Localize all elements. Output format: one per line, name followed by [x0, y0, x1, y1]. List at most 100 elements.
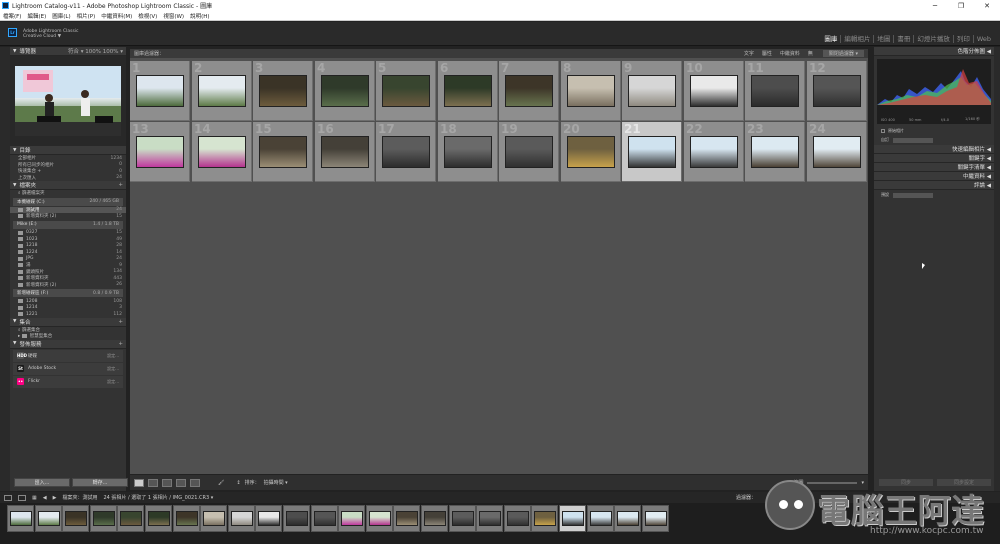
publish-service-item[interactable]: •• Flickr 設定... — [13, 375, 123, 388]
filmstrip-thumbnail[interactable] — [314, 511, 336, 526]
photo-thumbnail[interactable] — [567, 136, 615, 168]
module-3[interactable]: 書冊 — [893, 35, 913, 43]
filmstrip-thumbnail[interactable] — [38, 511, 60, 526]
filmstrip-cell[interactable] — [642, 505, 669, 532]
photo-grid-cell[interactable]: 12 — [807, 61, 867, 121]
filmstrip-cell[interactable] — [421, 505, 448, 532]
secondary-window-icon[interactable] — [18, 494, 26, 501]
filmstrip-thumbnail[interactable] — [534, 511, 556, 526]
menu-metadata[interactable]: 中繼資料(M) — [98, 12, 135, 20]
photo-thumbnail[interactable] — [505, 75, 553, 107]
volume-header[interactable]: 本機磁碟 (C:) 240 / 465 GB — [13, 197, 123, 206]
filmstrip-cell[interactable] — [62, 505, 89, 532]
publish-service-item[interactable]: St Adobe Stock 設定... — [13, 362, 123, 375]
filmstrip-cell[interactable] — [476, 505, 503, 532]
filmstrip-cell[interactable] — [7, 505, 34, 532]
sort-direction-icon[interactable]: ↕ — [236, 480, 240, 486]
filter-option-2[interactable]: 中繼資料 — [780, 50, 800, 57]
filmstrip-thumbnail[interactable] — [341, 511, 363, 526]
histogram-header[interactable]: 色階分佈圖 ◀ — [874, 47, 994, 56]
photo-thumbnail[interactable] — [505, 136, 553, 168]
photo-grid-cell[interactable]: 4 — [315, 61, 375, 121]
filter-option-3[interactable]: 無 — [808, 50, 813, 57]
module-0[interactable]: 圖庫 — [821, 35, 840, 43]
filmstrip-source-path[interactable]: 檔案夾：測試用 — [62, 494, 97, 501]
filmstrip-cell[interactable] — [614, 505, 641, 532]
filter-option-1[interactable]: 屬性 — [762, 50, 772, 57]
volume-header[interactable]: Mike (E:) 1.4 / 1.8 TB — [13, 220, 123, 229]
photo-grid-cell[interactable]: 1 — [130, 61, 190, 121]
publish-service-item[interactable]: HDD 硬碟 設定... — [13, 349, 123, 362]
folder-filter-field[interactable]: ⌕ 篩選檔案夾 — [10, 190, 126, 197]
photo-grid-cell[interactable]: 3 — [253, 61, 313, 121]
photo-thumbnail[interactable] — [198, 136, 246, 168]
filmstrip-thumbnail[interactable] — [507, 511, 529, 526]
filmstrip-thumbnail[interactable] — [369, 511, 391, 526]
custom-filter-dropdown[interactable]: 關閉過濾器 ▾ — [822, 50, 864, 57]
photo-thumbnail[interactable] — [136, 136, 184, 168]
photo-thumbnail[interactable] — [628, 136, 676, 168]
photo-thumbnail[interactable] — [321, 75, 369, 107]
module-5[interactable]: 列印 — [952, 35, 973, 43]
filmstrip-cell[interactable] — [255, 505, 282, 532]
photo-thumbnail[interactable] — [628, 75, 676, 107]
close-button[interactable]: ✕ — [974, 2, 1000, 10]
navigator-preview[interactable] — [10, 56, 126, 146]
filmstrip-thumbnail[interactable] — [452, 511, 474, 526]
forward-arrow-icon[interactable]: ▶ — [53, 495, 57, 501]
filmstrip-cell[interactable] — [587, 505, 614, 532]
filmstrip-selection-info[interactable]: 24 張相片 / 選取了 1 張相片 / IMG_0021.CR3 ▾ — [103, 494, 213, 501]
filmstrip-thumbnail[interactable] — [424, 511, 446, 526]
loupe-view-icon[interactable] — [148, 478, 158, 487]
original-photo-toggle[interactable]: 原始相片 — [877, 127, 991, 135]
filmstrip-cell[interactable] — [228, 505, 255, 532]
painter-spray-icon[interactable]: 🖌 — [218, 480, 224, 486]
module-2[interactable]: 地圖 — [873, 35, 893, 43]
filmstrip-cell[interactable] — [145, 505, 172, 532]
photo-grid-cell[interactable]: 18 — [438, 122, 498, 182]
publish-service-setup-button[interactable]: 設定... — [107, 366, 119, 372]
menu-view[interactable]: 檢視(V) — [135, 12, 160, 20]
filmstrip-thumbnail[interactable] — [645, 511, 667, 526]
filmstrip-thumbnail[interactable] — [148, 511, 170, 526]
filmstrip-cell[interactable] — [559, 505, 586, 532]
menu-photo[interactable]: 相片(P) — [74, 12, 99, 20]
photo-grid-cell[interactable]: 13 — [130, 122, 190, 182]
photo-grid-cell[interactable]: 14 — [192, 122, 252, 182]
photo-thumbnail[interactable] — [813, 136, 861, 168]
default-preset-dropdown[interactable] — [893, 192, 933, 198]
photo-thumbnail[interactable] — [567, 75, 615, 107]
filmstrip-thumbnail[interactable] — [258, 511, 280, 526]
menu-library[interactable]: 圖庫(L) — [49, 12, 73, 20]
minimize-button[interactable]: ─ — [922, 2, 948, 10]
photo-thumbnail[interactable] — [259, 136, 307, 168]
identity-text[interactable]: Adobe Lightroom Classic Creative Cloud ▼ — [23, 29, 79, 39]
photo-grid-cell[interactable]: 10 — [684, 61, 744, 121]
photo-thumbnail[interactable] — [690, 136, 738, 168]
photo-thumbnail[interactable] — [690, 75, 738, 107]
menu-edit[interactable]: 編輯(E) — [24, 12, 49, 20]
add-publish-service-button[interactable]: + — [118, 341, 123, 347]
filmstrip-cell[interactable] — [117, 505, 144, 532]
photo-grid-cell[interactable]: 23 — [745, 122, 805, 182]
maximize-button[interactable]: ❐ — [948, 2, 974, 10]
photo-thumbnail[interactable] — [813, 75, 861, 107]
checkbox-icon[interactable] — [881, 129, 885, 133]
filmstrip-thumbnail[interactable] — [479, 511, 501, 526]
compare-view-icon[interactable] — [162, 478, 172, 487]
filmstrip-cell[interactable] — [393, 505, 420, 532]
filmstrip-cell[interactable] — [283, 505, 310, 532]
grid-mini-icon[interactable]: ▦ — [32, 495, 37, 501]
filmstrip-thumbnail[interactable] — [617, 511, 639, 526]
filmstrip-thumbnail[interactable] — [231, 511, 253, 526]
photo-grid-cell[interactable]: 16 — [315, 122, 375, 182]
photo-thumbnail[interactable] — [444, 136, 492, 168]
add-collection-button[interactable]: + — [118, 319, 123, 325]
photo-grid-cell[interactable]: 20 — [561, 122, 621, 182]
filmstrip-cell[interactable] — [449, 505, 476, 532]
folder-item[interactable]: 新增資料夾 (2) 15 — [10, 213, 126, 220]
right-panel-header-4[interactable]: 評論 ◀ — [874, 181, 994, 190]
filmstrip-cell[interactable] — [90, 505, 117, 532]
filmstrip-thumbnail[interactable] — [286, 511, 308, 526]
filmstrip-thumbnail[interactable] — [93, 511, 115, 526]
